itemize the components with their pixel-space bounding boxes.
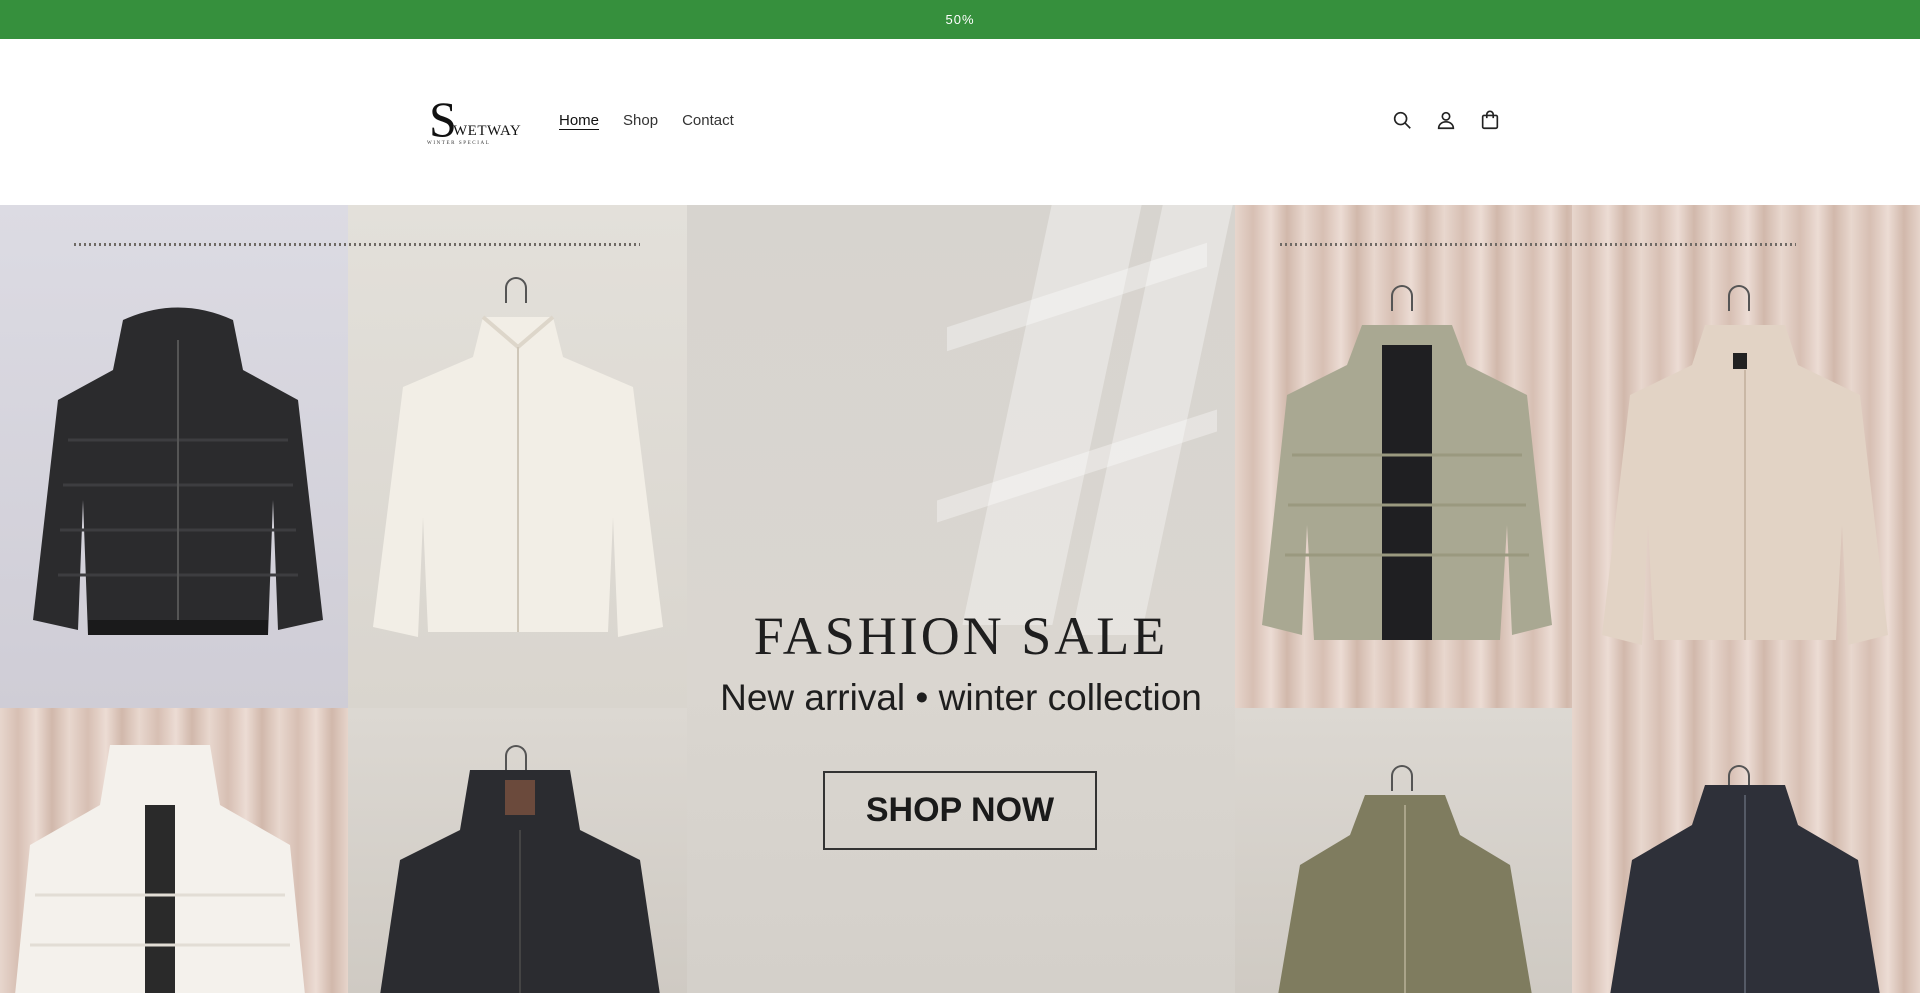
logo-name: WETWAY xyxy=(453,123,522,139)
account-icon[interactable] xyxy=(1433,107,1459,133)
announcement-text: 50% xyxy=(945,12,975,27)
header-icons xyxy=(1389,107,1503,133)
navy-jacket-image xyxy=(1610,785,1880,993)
beige-jacket-image xyxy=(1602,325,1888,645)
hanging-rail-left xyxy=(74,243,640,246)
shop-now-button[interactable]: SHOP NOW xyxy=(823,771,1097,850)
nav-contact[interactable]: Contact xyxy=(682,111,734,131)
nav-shop[interactable]: Shop xyxy=(623,111,658,131)
black-hooded-jacket-image xyxy=(380,770,660,993)
hero-title: FASHION SALE xyxy=(753,606,1169,666)
hanging-rail-right xyxy=(1280,243,1796,246)
khaki-jacket-image xyxy=(1278,795,1532,993)
black-puffer-jacket-image xyxy=(33,307,323,635)
nav-home[interactable]: Home xyxy=(559,111,599,131)
logo-tagline: WINTER SPECIAL xyxy=(427,141,491,146)
olive-puffer-jacket-image xyxy=(1262,325,1552,640)
cream-jacket-image xyxy=(373,315,663,637)
search-icon[interactable] xyxy=(1389,107,1415,133)
cart-icon[interactable] xyxy=(1477,107,1503,133)
hero-center-wall xyxy=(687,205,1235,993)
white-hooded-puffer-image xyxy=(15,745,305,993)
brand-logo[interactable]: S WETWAY WINTER SPECIAL xyxy=(427,94,521,147)
announcement-bar: 50% xyxy=(0,0,1920,39)
hanger-hook xyxy=(505,277,527,303)
site-header: S WETWAY WINTER SPECIAL Home Shop Contac… xyxy=(0,39,1920,205)
main-nav: Home Shop Contact xyxy=(559,111,734,131)
hero-banner: FASHION SALE New arrival • winter collec… xyxy=(0,205,1920,993)
hero-subtitle: New arrival • winter collection xyxy=(720,677,1202,718)
hanger-hook xyxy=(1391,765,1413,791)
hanger-hook xyxy=(505,745,527,771)
hanger-hook xyxy=(1728,285,1750,311)
hanger-hook xyxy=(1391,285,1413,311)
